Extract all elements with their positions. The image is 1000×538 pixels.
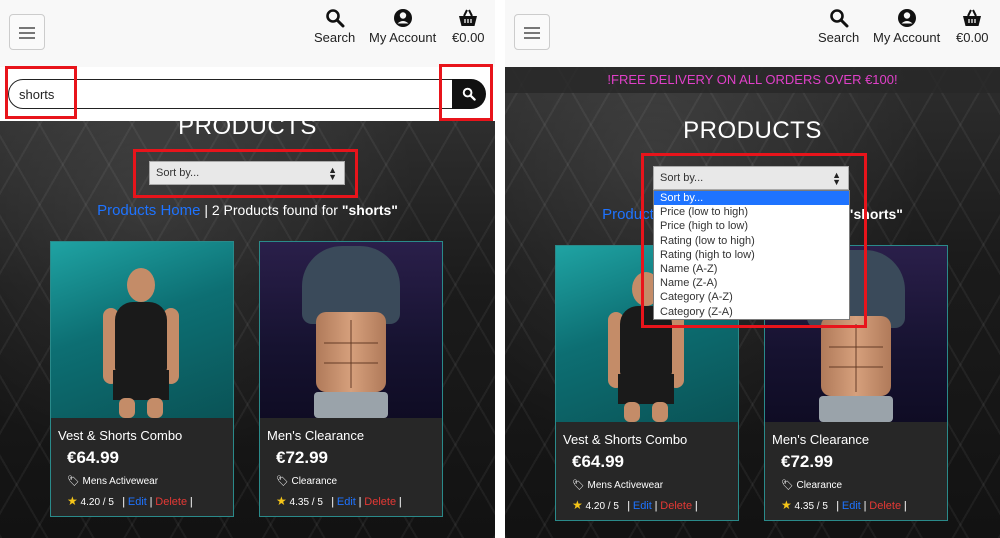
basket-icon	[963, 9, 982, 26]
delete-link[interactable]: Delete	[869, 500, 901, 512]
product-category[interactable]: 🏷 Mens Activewear	[67, 476, 158, 487]
delete-link[interactable]: Delete	[660, 500, 692, 512]
product-category[interactable]: 🏷 Clearance	[276, 476, 337, 487]
product-card[interactable]: Vest & Shorts Combo €64.99 🏷 Mens Active…	[50, 241, 234, 517]
product-category[interactable]: 🏷 Clearance	[781, 480, 842, 491]
product-category-label: Clearance	[291, 476, 338, 487]
results-query: "shorts"	[341, 202, 398, 218]
nav-account-label: My Account	[369, 30, 437, 45]
nav-account-label: My Account	[873, 30, 941, 45]
product-image[interactable]	[260, 242, 442, 418]
tag-icon: 🏷	[572, 480, 585, 491]
site-header: Search My Account €0.00	[505, 0, 1000, 67]
tag-icon: 🏷	[276, 476, 289, 487]
results-separator: |	[204, 202, 208, 218]
results-count-text: 2 Products found for	[211, 202, 338, 218]
product-info: Men's Clearance €72.99 🏷 Clearance ★ 4.3…	[765, 422, 947, 520]
delete-link[interactable]: Delete	[364, 496, 396, 508]
product-card[interactable]: Men's Clearance €72.99 🏷 Clearance ★ 4.3…	[259, 241, 443, 517]
star-icon: ★	[67, 494, 78, 508]
product-price: €72.99	[781, 452, 833, 471]
search-icon	[829, 9, 849, 28]
star-icon: ★	[572, 498, 583, 512]
basket-icon	[459, 9, 478, 26]
product-price: €64.99	[67, 448, 119, 467]
panel-divider	[495, 0, 505, 538]
highlight-sort-dropdown	[641, 153, 867, 328]
edit-link[interactable]: Edit	[337, 496, 356, 508]
product-category-label: Mens Activewear	[82, 476, 159, 487]
edit-link[interactable]: Edit	[842, 500, 861, 512]
tag-icon: 🏷	[781, 480, 794, 491]
product-price: €64.99	[572, 452, 624, 471]
highlight-sort-select	[133, 149, 358, 198]
product-rating-value: 4.20 / 5	[585, 501, 619, 512]
product-info: Men's Clearance €72.99 🏷 Clearance ★ 4.3…	[260, 418, 442, 516]
hamburger-menu-button[interactable]	[9, 14, 45, 50]
nav-search-label: Search	[818, 30, 860, 45]
account-icon	[393, 9, 412, 27]
hamburger-menu-button[interactable]	[514, 14, 550, 50]
site-header: Search My Account €0.00	[0, 0, 495, 67]
delivery-banner: !FREE DELIVERY ON ALL ORDERS OVER €100!	[505, 67, 1000, 93]
product-price: €72.99	[276, 448, 328, 467]
nav-account-link[interactable]: My Account	[369, 8, 436, 45]
product-category-label: Clearance	[796, 480, 843, 491]
nav-cart-total: €0.00	[956, 30, 989, 45]
highlight-search-button	[439, 64, 493, 121]
nav-cart-link[interactable]: €0.00	[452, 8, 485, 45]
nav-search-link[interactable]: Search	[818, 8, 859, 45]
product-rating-value: 4.35 / 5	[794, 501, 828, 512]
right-screenshot-panel: Search My Account €0.00 !FREE DELIVERY O…	[505, 0, 1000, 538]
nav-search-link[interactable]: Search	[314, 8, 355, 45]
product-rating-value: 4.35 / 5	[289, 497, 323, 508]
product-category-label: Mens Activewear	[587, 480, 664, 491]
results-summary: Products Home | 2 Products found for "sh…	[0, 202, 495, 219]
nav-account-link[interactable]: My Account	[873, 8, 940, 45]
product-rating-value: 4.20 / 5	[80, 497, 114, 508]
tag-icon: 🏷	[67, 476, 80, 487]
page-title: PRODUCTS	[683, 117, 822, 144]
product-rating: ★ 4.35 / 5 | Edit | Delete |	[276, 494, 402, 508]
nav-cart-link[interactable]: €0.00	[956, 8, 989, 45]
left-screenshot-panel: Search My Account €0.00 PRODUCTS Sort by…	[0, 0, 495, 538]
product-image[interactable]	[51, 242, 233, 418]
star-icon: ★	[276, 494, 287, 508]
edit-link[interactable]: Edit	[633, 500, 652, 512]
star-icon: ★	[781, 498, 792, 512]
product-name[interactable]: Vest & Shorts Combo	[563, 432, 687, 447]
search-icon	[325, 9, 345, 28]
product-info: Vest & Shorts Combo €64.99 🏷 Mens Active…	[556, 422, 738, 520]
delete-link[interactable]: Delete	[155, 496, 187, 508]
nav-search-label: Search	[314, 30, 356, 45]
account-icon	[897, 9, 916, 27]
nav-cart-total: €0.00	[452, 30, 485, 45]
product-rating: ★ 4.20 / 5 | Edit | Delete |	[67, 494, 193, 508]
product-name[interactable]: Vest & Shorts Combo	[58, 428, 182, 443]
product-rating: ★ 4.35 / 5 | Edit | Delete |	[781, 498, 907, 512]
highlight-search-input	[5, 66, 77, 119]
product-info: Vest & Shorts Combo €64.99 🏷 Mens Active…	[51, 418, 233, 516]
product-category[interactable]: 🏷 Mens Activewear	[572, 480, 663, 491]
product-name[interactable]: Men's Clearance	[267, 428, 364, 443]
product-rating: ★ 4.20 / 5 | Edit | Delete |	[572, 498, 698, 512]
products-home-link[interactable]: Products Home	[97, 202, 200, 219]
product-name[interactable]: Men's Clearance	[772, 432, 869, 447]
edit-link[interactable]: Edit	[128, 496, 147, 508]
